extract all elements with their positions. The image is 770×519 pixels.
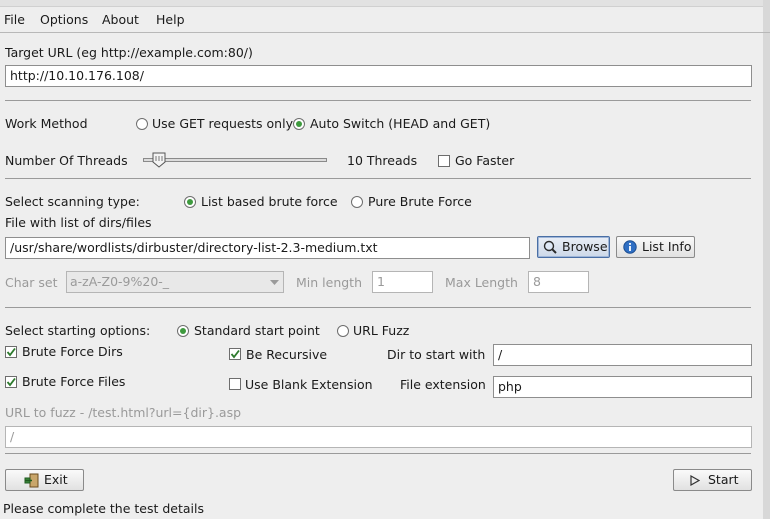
blank-extension-label: Use Blank Extension	[245, 377, 373, 392]
min-length-input: 1	[372, 271, 433, 293]
wordlist-input[interactable]: /usr/share/wordlists/dirbuster/directory…	[5, 237, 530, 259]
brute-files-label: Brute Force Files	[22, 374, 126, 389]
start-label: Start	[708, 472, 739, 487]
pure-brute-label: Pure Brute Force	[368, 194, 472, 209]
radio-auto-switch[interactable]	[293, 118, 305, 130]
dir-start-label: Dir to start with	[387, 347, 486, 362]
divider	[5, 178, 751, 179]
radio-pure-brute[interactable]	[351, 196, 363, 208]
info-icon	[623, 240, 637, 254]
exit-icon	[24, 473, 39, 488]
divider	[5, 453, 751, 454]
start-button[interactable]: Start	[673, 469, 752, 491]
start-options-label: Select starting options:	[5, 323, 151, 338]
menu-help[interactable]: Help	[156, 12, 185, 27]
play-icon	[690, 475, 700, 486]
threads-label: Number Of Threads	[5, 153, 128, 168]
menu-file[interactable]: File	[4, 12, 25, 27]
work-method-label: Work Method	[5, 116, 88, 131]
radio-url-fuzz[interactable]	[337, 325, 349, 337]
go-faster-label: Go Faster	[455, 153, 515, 168]
list-based-label: List based brute force	[201, 194, 338, 209]
get-only-label: Use GET requests only	[152, 116, 293, 131]
be-recursive-checkbox[interactable]	[229, 348, 241, 360]
wordlist-label: File with list of dirs/files	[5, 215, 152, 230]
file-extension-label: File extension	[400, 377, 486, 392]
auto-switch-label: Auto Switch (HEAD and GET)	[310, 116, 491, 131]
check-icon	[6, 347, 16, 357]
max-length-label: Max Length	[445, 275, 518, 290]
brute-dirs-label: Brute Force Dirs	[22, 344, 123, 359]
max-length-input: 8	[528, 271, 589, 293]
charset-label: Char set	[5, 275, 58, 290]
threads-slider[interactable]	[143, 158, 327, 162]
charset-value: a-zA-Z0-9%20-_	[70, 274, 170, 289]
file-extension-input[interactable]: php	[493, 376, 752, 398]
radio-list-based[interactable]	[184, 196, 196, 208]
exit-button[interactable]: Exit	[5, 469, 84, 491]
menu-divider	[0, 32, 770, 33]
check-icon	[230, 349, 240, 359]
check-icon	[6, 377, 16, 387]
browse-label: Browse	[562, 239, 608, 254]
radio-get-only[interactable]	[136, 118, 148, 130]
charset-select: a-zA-Z0-9%20-_	[66, 271, 284, 293]
window-edge	[763, 0, 770, 519]
fuzz-label: URL to fuzz - /test.html?url={dir}.asp	[5, 405, 242, 420]
radio-standard-start[interactable]	[177, 325, 189, 337]
browse-button[interactable]: Browse	[537, 236, 610, 258]
slider-thumb-icon[interactable]	[152, 152, 166, 168]
window-top-strip	[0, 0, 770, 7]
menu-about[interactable]: About	[102, 12, 139, 27]
status-text: Please complete the test details	[3, 501, 205, 516]
list-info-label: List Info	[642, 239, 692, 254]
scan-type-label: Select scanning type:	[5, 194, 140, 209]
be-recursive-label: Be Recursive	[246, 347, 328, 362]
go-faster-checkbox[interactable]	[438, 155, 450, 167]
target-url-input[interactable]: http://10.10.176.108/	[5, 65, 752, 87]
brute-dirs-checkbox[interactable]	[5, 346, 17, 358]
list-info-button[interactable]: List Info	[616, 236, 695, 258]
url-fuzz-label: URL Fuzz	[353, 323, 410, 338]
threads-value: 10 Threads	[347, 153, 418, 168]
blank-extension-checkbox[interactable]	[229, 378, 241, 390]
chevron-down-icon	[270, 280, 279, 285]
brute-files-checkbox[interactable]	[5, 376, 17, 388]
fuzz-input: /	[5, 426, 752, 448]
search-icon	[543, 240, 557, 254]
exit-label: Exit	[44, 472, 68, 487]
menu-bar: File Options About Help	[0, 7, 770, 31]
menu-options[interactable]: Options	[40, 12, 88, 27]
target-url-label: Target URL (eg http://example.com:80/)	[5, 45, 253, 60]
min-length-label: Min length	[296, 275, 362, 290]
standard-start-label: Standard start point	[194, 323, 320, 338]
divider	[5, 100, 751, 101]
divider	[5, 307, 751, 308]
dir-start-input[interactable]: /	[493, 344, 752, 366]
